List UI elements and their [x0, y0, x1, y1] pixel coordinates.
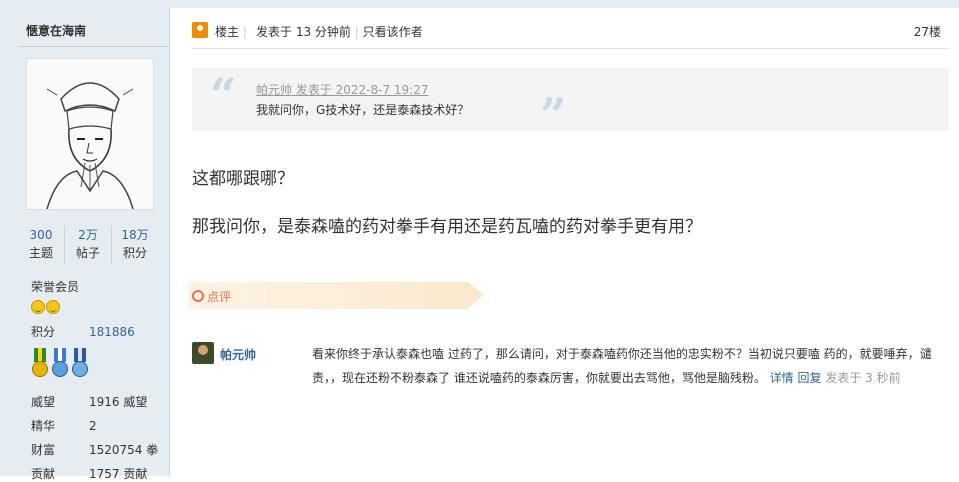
field-row: 精华 2	[31, 417, 97, 434]
smiley-icon	[31, 300, 45, 314]
close-quote-icon: ”	[540, 88, 567, 142]
score-row: 积分 181886	[31, 323, 135, 340]
field-key: 精华	[31, 419, 56, 433]
post-main: 楼主 | 发表于 13 分钟前 | 只看该作者 27楼 “ 帕元帅 发表于 20…	[172, 8, 959, 476]
avatar-portrait-icon	[27, 59, 153, 210]
reply-link[interactable]: 回复	[798, 371, 822, 385]
stat-value[interactable]: 18万	[112, 226, 158, 244]
comment-line: 看来你终于承认泰森也嗑 过药了，那么请问，对于泰森嗑药你还当他的忠实粉不？当初说…	[312, 347, 932, 361]
comment-tab-label: 点评	[207, 290, 232, 304]
author-sidebar: 惬意在海南 300 主题 2万 帖子 18万 积分 荣誉会员 积分 181886…	[0, 8, 170, 481]
field-value: 1520754 拳	[89, 443, 159, 457]
author-name[interactable]: 惬意在海南	[26, 22, 86, 39]
score-value: 181886	[89, 325, 135, 339]
post-header: 楼主 | 发表于 13 分钟前 | 只看该作者 27楼	[192, 22, 949, 40]
top-border	[0, 0, 959, 8]
stat-label: 主题	[28, 246, 53, 260]
stat-label: 帖子	[75, 246, 100, 260]
field-value: 1916 威望	[89, 395, 148, 409]
comment-text: 看来你终于承认泰森也嗑 过药了，那么请问，对于泰森嗑药你还当他的忠实粉不？当初说…	[312, 342, 952, 390]
quote-text: 我就问你，G技术好，还是泰森技术好？	[256, 103, 470, 117]
comment-line: 责，，现在还粉不粉泰森了 谁还说嗑药的泰森厉害，你就要出去骂他，骂他是脑残粉。	[312, 371, 766, 385]
host-label: 楼主 |	[215, 25, 247, 39]
open-quote-icon: “	[210, 68, 237, 122]
stat-posts[interactable]: 2万 帖子	[65, 226, 112, 264]
quote-block: “ 帕元帅 发表于 2022-8-7 19:27 我就问你，G技术好，还是泰森技…	[192, 68, 949, 138]
stat-label: 积分	[122, 246, 147, 260]
medal-icon[interactable]	[71, 348, 89, 380]
field-key: 财富	[31, 443, 56, 457]
medals	[31, 348, 89, 380]
field-key: 威望	[31, 395, 56, 409]
field-row: 财富 1520754 拳	[31, 441, 158, 458]
stat-value[interactable]: 2万	[65, 226, 111, 244]
divider	[192, 48, 949, 49]
field-row: 威望 1916 威望	[31, 393, 147, 410]
medal-icon[interactable]	[31, 348, 49, 380]
post-content-line: 这都哪跟哪？	[192, 169, 294, 189]
post-content-line: 那我问你，是泰森嗑的药对拳手有用还是药瓦嗑的药对拳手更有用？	[192, 217, 702, 237]
score-label: 积分	[31, 325, 56, 339]
host-icon	[192, 22, 208, 38]
detail-link[interactable]: 详情	[770, 371, 794, 385]
divider	[18, 46, 168, 47]
author-avatar[interactable]	[26, 58, 154, 210]
comment-circle-icon	[192, 290, 204, 302]
medal-icon[interactable]	[51, 348, 69, 380]
commenter-avatar[interactable]	[192, 342, 214, 364]
stat-credits[interactable]: 18万 积分	[112, 226, 158, 264]
post-time: 发表于 13 分钟前	[256, 25, 351, 39]
only-author-link[interactable]: 只看该作者	[363, 25, 423, 39]
comment-tab: 点评	[188, 282, 484, 309]
field-row: 贡献 1757 贡献	[31, 465, 147, 482]
user-rank: 荣誉会员	[31, 280, 80, 294]
field-value: 1757 贡献	[89, 467, 148, 481]
post-meta: 发表于 13 分钟前 | 只看该作者	[256, 25, 423, 39]
author-stats: 300 主题 2万 帖子 18万 积分	[18, 226, 158, 264]
stat-value[interactable]: 300	[18, 226, 64, 244]
floor-number[interactable]: 27楼	[914, 23, 941, 40]
quote-meta-link[interactable]: 帕元帅 发表于 2022-8-7 19:27	[256, 81, 429, 98]
commenter-name[interactable]: 帕元帅	[220, 346, 256, 363]
smiley-icon	[46, 300, 60, 314]
rank-stars	[31, 300, 60, 314]
comment-time: 发表于 3 秒前	[825, 371, 901, 385]
field-key: 贡献	[31, 467, 56, 481]
stat-topics[interactable]: 300 主题	[18, 226, 65, 264]
field-value: 2	[89, 419, 97, 433]
